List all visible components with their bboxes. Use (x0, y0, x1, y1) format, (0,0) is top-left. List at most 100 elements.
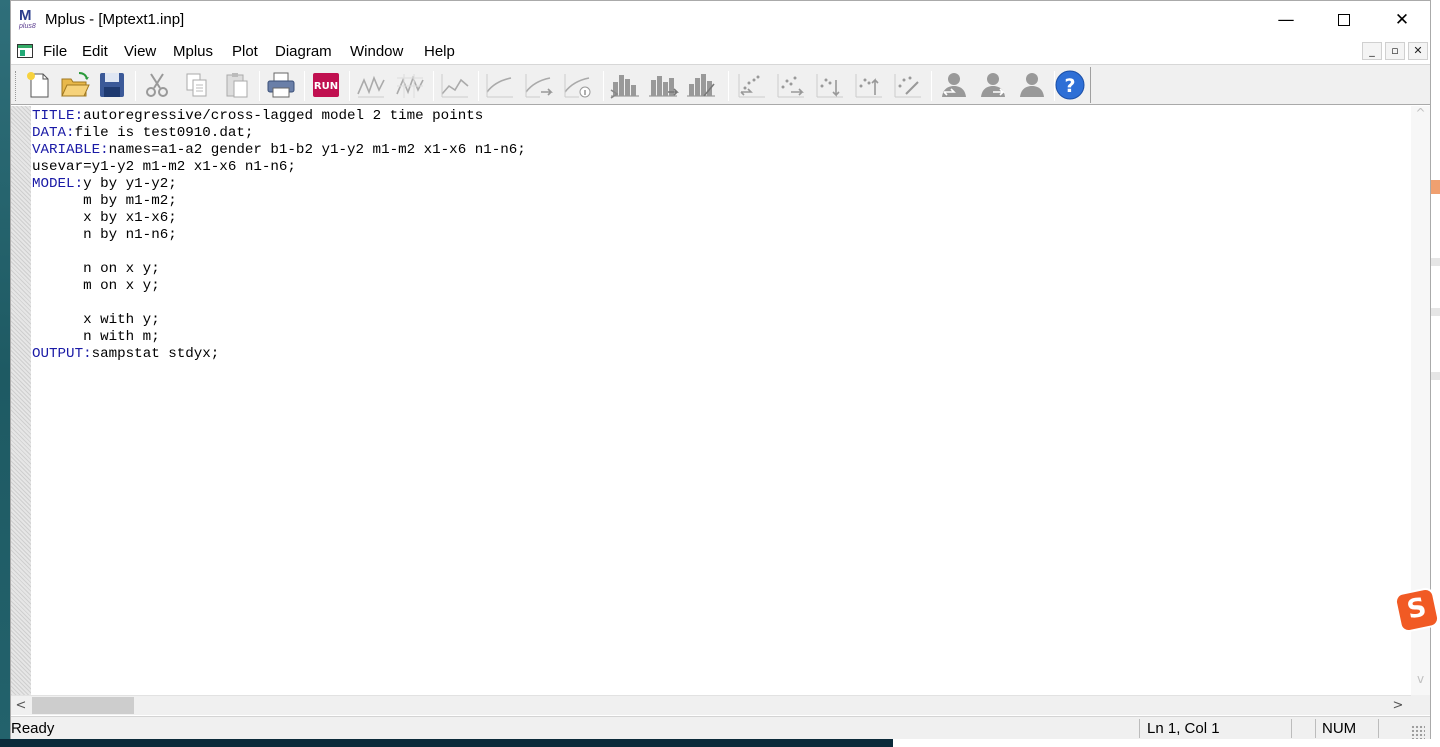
resize-grip[interactable] (1411, 725, 1425, 739)
menu-help[interactable]: Help (424, 43, 455, 60)
save-icon (100, 73, 124, 97)
mdi-minimize-button[interactable]: _ (1362, 42, 1382, 60)
title-bar[interactable]: M plus8 Mplus - [Mptext1.inp] — ✕ (11, 1, 1430, 39)
document-icon[interactable] (17, 44, 33, 58)
user-button-3[interactable] (1014, 69, 1050, 101)
plot-icon (441, 74, 469, 98)
code-line[interactable] (32, 295, 526, 312)
mdi-close-button[interactable]: ✕ (1408, 42, 1428, 60)
toolbar-separator (304, 71, 305, 101)
plot-button-5[interactable] (521, 69, 557, 101)
code-line[interactable]: m on x y; (32, 278, 526, 295)
scatter-button-3[interactable] (812, 69, 848, 101)
horizontal-scrollbar[interactable]: < > (11, 695, 1411, 715)
code-line[interactable] (32, 244, 526, 261)
code-line[interactable]: x with y; (32, 312, 526, 329)
help-icon: ? (1055, 70, 1085, 100)
plot-icon (525, 74, 553, 98)
code-content: n with m; (32, 329, 160, 345)
plot-button-6[interactable] (560, 69, 596, 101)
editor-area[interactable]: TITLE:autoregressive/cross-lagged model … (11, 106, 1430, 695)
code-keyword: VARIABLE: (32, 142, 109, 158)
app-icon-subtext: plus8 (19, 23, 36, 30)
code-line[interactable]: OUTPUT:sampstat stdyx; (32, 346, 526, 363)
code-line[interactable]: n on x y; (32, 261, 526, 278)
maximize-button[interactable] (1315, 1, 1373, 39)
cut-button[interactable] (139, 69, 175, 101)
open-button[interactable] (57, 69, 93, 101)
close-button[interactable]: ✕ (1373, 1, 1431, 39)
menu-window[interactable]: Window (350, 43, 403, 60)
plot-button-2[interactable] (392, 69, 428, 101)
save-button[interactable] (94, 69, 130, 101)
histogram-button-1[interactable] (607, 69, 643, 101)
menu-plot[interactable]: Plot (232, 43, 258, 60)
toolbar-separator (603, 71, 604, 101)
scroll-thumb[interactable] (32, 697, 134, 714)
code-line[interactable]: MODEL:y by y1-y2; (32, 176, 526, 193)
menu-diagram[interactable]: Diagram (275, 43, 332, 60)
code-content: file is test0910.dat; (74, 125, 254, 141)
cursor-position: Ln 1, Col 1 (1147, 720, 1220, 737)
code-content: n on x y; (32, 261, 160, 277)
user-button-1[interactable] (936, 69, 972, 101)
paste-button[interactable] (219, 69, 255, 101)
histogram-button-3[interactable] (683, 69, 719, 101)
mplus-app-icon[interactable]: M plus8 (19, 7, 39, 31)
plot-button-3[interactable] (437, 69, 473, 101)
plot-button-1[interactable] (353, 69, 389, 101)
scatter-button-1[interactable] (734, 69, 770, 101)
code-line[interactable]: usevar=y1-y2 m1-m2 x1-x6 n1-n6; (32, 159, 526, 176)
code-line[interactable]: n with m; (32, 329, 526, 346)
menu-view[interactable]: View (124, 43, 156, 60)
menu-file[interactable]: File (43, 43, 67, 60)
scroll-right-button[interactable]: > (1388, 697, 1408, 715)
scatter-button-5[interactable] (890, 69, 926, 101)
scroll-left-button[interactable]: < (11, 697, 31, 715)
minimize-button[interactable]: — (1257, 1, 1315, 39)
histogram-icon (649, 76, 679, 97)
toolbar-grip[interactable] (15, 71, 18, 101)
window-title: Mplus - [Mptext1.inp] (45, 11, 185, 28)
minimize-icon: — (1277, 10, 1295, 30)
mplus-window: M plus8 Mplus - [Mptext1.inp] — ✕ File E… (10, 0, 1431, 739)
user-icon (1020, 73, 1044, 97)
scroll-up-button[interactable]: ^ (1411, 106, 1430, 124)
user-button-2[interactable] (975, 69, 1011, 101)
menu-mplus-label: Mplus (173, 43, 214, 60)
scroll-down-button[interactable]: v (1411, 672, 1430, 690)
menu-window-label: Window (350, 43, 404, 60)
status-divider (1139, 719, 1140, 738)
code-content: names=a1-a2 gender b1-b2 y1-y2 m1-m2 x1-… (108, 142, 526, 158)
code-text[interactable]: TITLE:autoregressive/cross-lagged model … (32, 108, 526, 363)
menu-edit[interactable]: Edit (82, 43, 108, 60)
code-line[interactable]: VARIABLE:names=a1-a2 gender b1-b2 y1-y2 … (32, 142, 526, 159)
mdi-restore-button[interactable]: ▫ (1385, 42, 1405, 60)
plot-button-4[interactable] (482, 69, 518, 101)
sogou-ime-icon[interactable]: S (1393, 586, 1440, 634)
scatter-button-4[interactable] (851, 69, 887, 101)
menu-mplus[interactable]: Mplus (173, 43, 213, 60)
scatter-button-2[interactable] (773, 69, 809, 101)
new-file-button[interactable] (21, 69, 57, 101)
run-button[interactable]: RUN (308, 69, 344, 101)
code-content: x by x1-x6; (32, 210, 177, 226)
code-line[interactable]: x by x1-x6; (32, 210, 526, 227)
code-line[interactable]: n by n1-n6; (32, 227, 526, 244)
code-content: autoregressive/cross-lagged model 2 time… (83, 108, 484, 124)
toolbar-separator (135, 71, 136, 101)
code-line[interactable]: m by m1-m2; (32, 193, 526, 210)
code-line[interactable]: TITLE:autoregressive/cross-lagged model … (32, 108, 526, 125)
code-line[interactable]: DATA:file is test0910.dat; (32, 125, 526, 142)
plot-icon (396, 74, 424, 98)
histogram-button-2[interactable] (645, 69, 681, 101)
toolbar-separator (728, 71, 729, 101)
copy-button[interactable] (179, 69, 215, 101)
toolbar-separator (931, 71, 932, 101)
scatter-icon (738, 74, 765, 98)
print-button[interactable] (263, 69, 299, 101)
app-icon-letter: M (19, 7, 32, 24)
menu-view-label: View (124, 43, 157, 60)
scatter-icon (855, 74, 882, 98)
help-button[interactable]: ? (1052, 69, 1088, 101)
